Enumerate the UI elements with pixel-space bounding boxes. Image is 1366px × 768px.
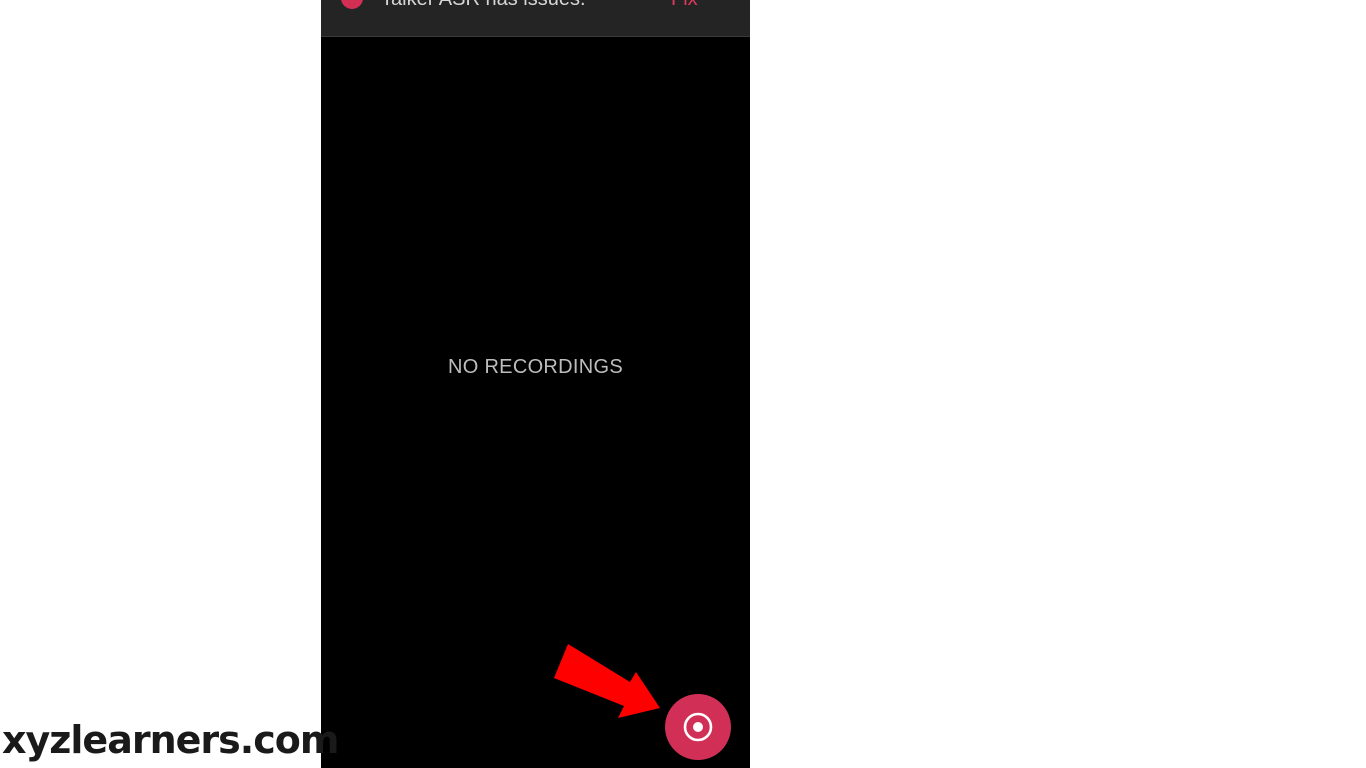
issue-banner: Talker ASR has issues. Fix <box>321 0 750 37</box>
fix-button[interactable]: Fix <box>671 0 698 11</box>
alert-icon <box>341 0 363 9</box>
record-button[interactable] <box>665 694 731 760</box>
banner-message: Talker ASR has issues. <box>381 0 586 11</box>
pointer-arrow-icon <box>554 644 660 718</box>
screenshot-stage: Talker ASR has issues. Fix NO RECORDINGS… <box>0 0 1366 768</box>
empty-state-message: NO RECORDINGS <box>447 356 624 378</box>
app-screen: Talker ASR has issues. Fix NO RECORDINGS <box>321 0 750 768</box>
record-icon <box>683 712 713 742</box>
watermark-logo: xyzlearners.com <box>2 718 339 762</box>
